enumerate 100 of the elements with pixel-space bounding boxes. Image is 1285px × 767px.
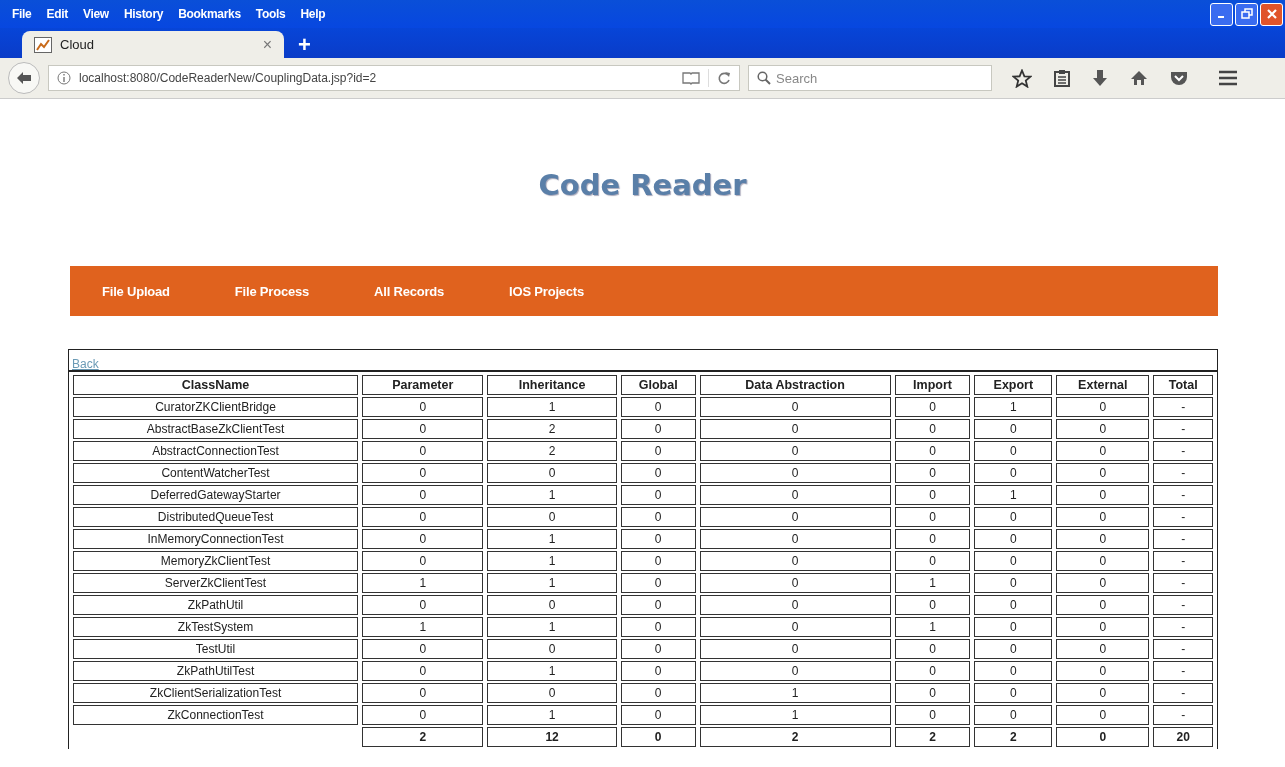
- table-cell: 1: [487, 485, 617, 505]
- table-cell: -: [1153, 463, 1213, 483]
- table-cell: 1: [894, 617, 971, 637]
- table-cell: 0: [1056, 573, 1150, 593]
- table-cell: 0: [894, 661, 971, 681]
- book-icon[interactable]: [682, 71, 700, 85]
- column-header: Export: [974, 375, 1053, 395]
- table-cell: DistributedQueueTest: [73, 507, 359, 527]
- table-cell: 0: [362, 441, 484, 461]
- nav-link[interactable]: File Upload: [102, 283, 170, 299]
- table-cell: 0: [620, 639, 696, 659]
- clipboard-icon[interactable]: [1054, 69, 1070, 87]
- home-icon[interactable]: [1130, 70, 1148, 86]
- table-cell: 0: [362, 639, 484, 659]
- table-cell: 0: [1056, 551, 1150, 571]
- menu-item[interactable]: View: [82, 7, 109, 21]
- info-icon[interactable]: [57, 71, 71, 85]
- table-cell: 1: [487, 551, 617, 571]
- reload-icon[interactable]: [717, 71, 731, 85]
- total-cell: 0: [620, 727, 696, 747]
- table-cell: 0: [362, 397, 484, 417]
- table-cell: -: [1153, 485, 1213, 505]
- total-cell: 2: [974, 727, 1053, 747]
- nav-link[interactable]: IOS Projects: [509, 283, 585, 299]
- table-cell: 0: [894, 529, 971, 549]
- total-cell: 0: [1056, 727, 1150, 747]
- table-cell: 0: [620, 397, 696, 417]
- column-header: Total: [1153, 375, 1213, 395]
- table-cell: 0: [362, 661, 484, 681]
- table-cell: 0: [620, 617, 696, 637]
- table-cell: 0: [1056, 485, 1150, 505]
- table-cell: AbstractBaseZkClientTest: [73, 419, 359, 439]
- table-cell: -: [1153, 551, 1213, 571]
- table-cell: 0: [620, 573, 696, 593]
- menu-item[interactable]: Edit: [46, 7, 68, 21]
- table-cell: -: [1153, 683, 1213, 703]
- table-cell: 0: [362, 683, 484, 703]
- table-cell: 0: [894, 507, 971, 527]
- search-field[interactable]: Search: [748, 65, 992, 91]
- pocket-icon[interactable]: [1170, 70, 1188, 86]
- table-cell: 0: [699, 507, 891, 527]
- table-cell: 1: [487, 661, 617, 681]
- column-header: Data Abstraction: [699, 375, 891, 395]
- close-icon[interactable]: [1260, 2, 1283, 26]
- restore-icon[interactable]: [1235, 2, 1258, 26]
- minimize-icon[interactable]: [1210, 2, 1233, 26]
- menu-item[interactable]: Help: [300, 7, 326, 21]
- table-cell: TestUtil: [73, 639, 359, 659]
- download-icon[interactable]: [1092, 69, 1108, 87]
- table-cell: 0: [362, 507, 484, 527]
- table-cell: 1: [487, 573, 617, 593]
- table-cell: 0: [620, 463, 696, 483]
- address-bar[interactable]: localhost:8080/CodeReaderNew/CouplingData.jsp?id=2: [48, 65, 740, 91]
- table-cell: 0: [1056, 397, 1150, 417]
- table-cell: 1: [974, 397, 1053, 417]
- table-cell: 0: [974, 705, 1053, 725]
- table-cell: 0: [362, 463, 484, 483]
- table-cell: 0: [894, 397, 971, 417]
- close-tab-icon[interactable]: ×: [262, 35, 272, 54]
- table-cell: 0: [974, 529, 1053, 549]
- table-cell: 0: [1056, 463, 1150, 483]
- table-cell: ZkConnectionTest: [73, 705, 359, 725]
- menu-item[interactable]: History: [123, 7, 164, 21]
- table-cell: DeferredGatewayStarter: [73, 485, 359, 505]
- menu-item[interactable]: Tools: [255, 7, 286, 21]
- menu-icon[interactable]: [1218, 70, 1238, 86]
- table-cell: 1: [974, 485, 1053, 505]
- table-cell: 0: [699, 595, 891, 615]
- table-cell: 0: [620, 441, 696, 461]
- table-cell: 1: [487, 705, 617, 725]
- table-cell: 0: [974, 463, 1053, 483]
- table-cell: 0: [974, 639, 1053, 659]
- table-cell: 0: [974, 683, 1053, 703]
- table-cell: 0: [974, 661, 1053, 681]
- total-cell: 2: [362, 727, 484, 747]
- table-cell: 0: [620, 551, 696, 571]
- table-cell: 0: [894, 419, 971, 439]
- table-cell: 0: [894, 463, 971, 483]
- new-tab-icon[interactable]: +: [298, 34, 311, 56]
- star-icon[interactable]: [1012, 68, 1032, 88]
- total-cell: 12: [487, 727, 617, 747]
- menu-item[interactable]: Bookmarks: [178, 7, 241, 21]
- table-cell: 0: [974, 573, 1053, 593]
- total-cell: 20: [1153, 727, 1213, 747]
- table-cell: 0: [620, 507, 696, 527]
- table-cell: 0: [1056, 595, 1150, 615]
- table-cell: 1: [699, 705, 891, 725]
- table-cell: 0: [699, 485, 891, 505]
- table-cell: 1: [362, 573, 484, 593]
- table-cell: 1: [487, 617, 617, 637]
- table-cell: -: [1153, 661, 1213, 681]
- table-cell: 0: [1056, 639, 1150, 659]
- table-cell: 0: [487, 683, 617, 703]
- menu-item[interactable]: File: [12, 7, 32, 21]
- nav-link[interactable]: All Records: [374, 283, 445, 299]
- table-cell: -: [1153, 419, 1213, 439]
- browser-tab[interactable]: Cloud ×: [22, 31, 284, 58]
- nav-link[interactable]: File Process: [234, 283, 310, 299]
- back-button[interactable]: [8, 62, 40, 94]
- column-header: External: [1056, 375, 1150, 395]
